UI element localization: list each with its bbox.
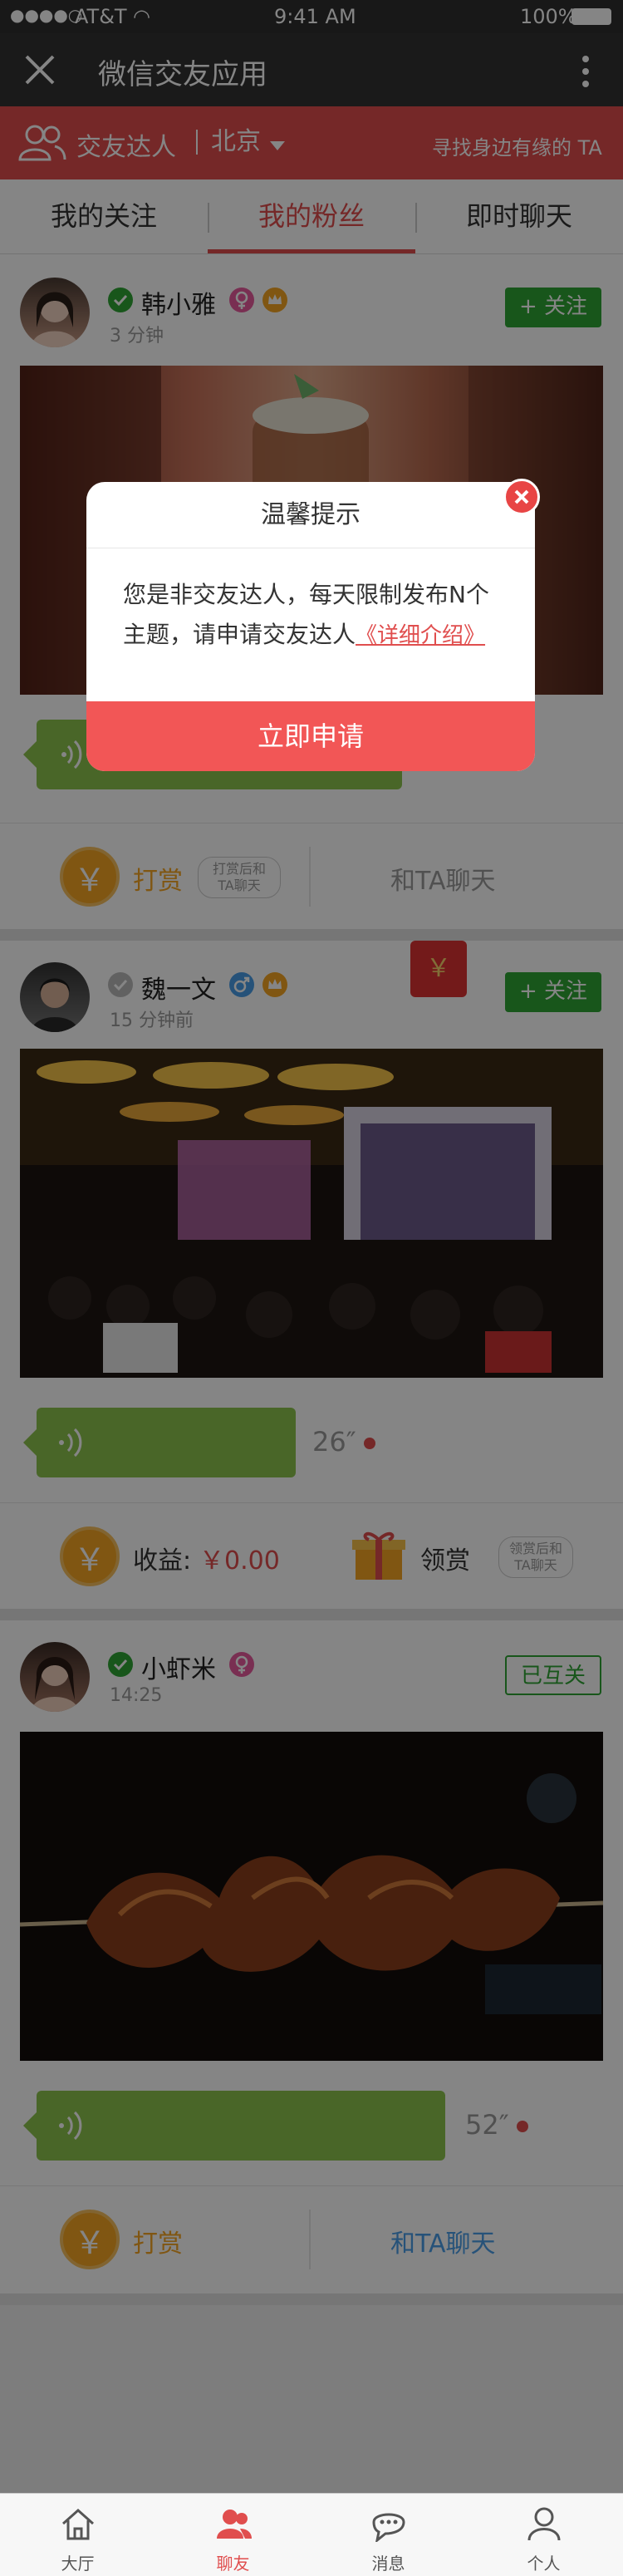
bottom-tab-bar: 大厅 聊友 消息 个人 [0, 2493, 623, 2576]
tabbar-label: 聊友 [216, 2554, 250, 2574]
apply-now-button[interactable]: 立即申请 [86, 701, 535, 771]
tabbar-item-profile[interactable]: 个人 [466, 2494, 621, 2576]
person-icon [527, 2507, 561, 2541]
tabbar-label: 消息 [371, 2554, 405, 2574]
friends-icon [217, 2510, 252, 2539]
message-icon [372, 2513, 405, 2542]
dialog-title: 温馨提示 [86, 482, 535, 548]
tabbar-item-lobby[interactable]: 大厅 [0, 2494, 155, 2576]
home-icon [62, 2508, 94, 2540]
tabbar-item-messages[interactable]: 消息 [311, 2494, 466, 2576]
notice-dialog: 温馨提示 您是非交友达人，每天限制发布N个主题，请申请交友达人《详细介绍》 立即… [86, 482, 535, 771]
dialog-body: 您是非交友达人，每天限制发布N个主题，请申请交友达人《详细介绍》 [123, 575, 505, 656]
modal-overlay[interactable] [0, 0, 623, 2493]
details-link[interactable]: 《详细介绍》 [356, 623, 485, 648]
tabbar-label: 大厅 [61, 2554, 95, 2574]
tabbar-label: 个人 [527, 2554, 561, 2574]
tabbar-item-friends[interactable]: 聊友 [155, 2494, 311, 2576]
close-icon[interactable] [503, 479, 540, 515]
